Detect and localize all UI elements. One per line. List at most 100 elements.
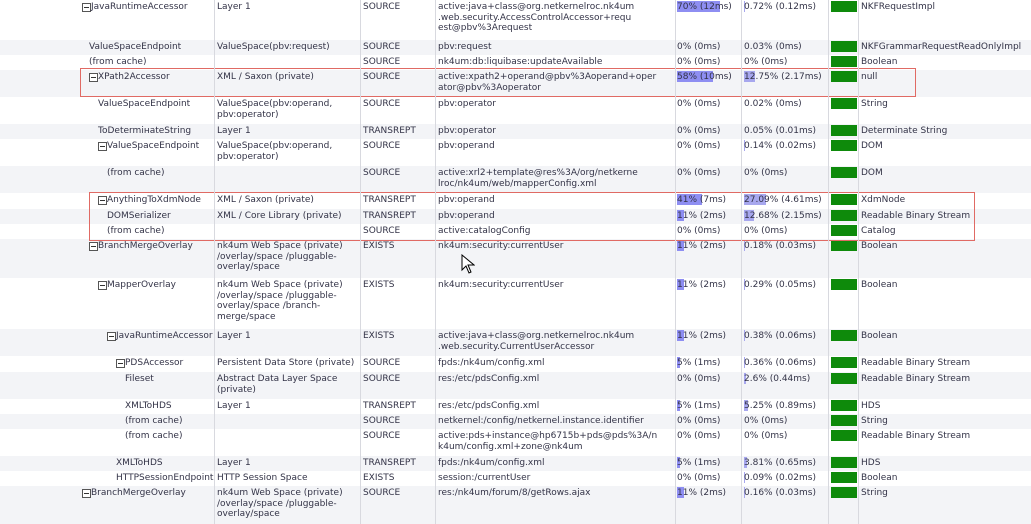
table-row[interactable]: (from cache) SOURCE active:xrl2+template@r…	[0, 166, 1031, 193]
endpoint-name[interactable]: AnythingToXdmNode	[107, 195, 201, 206]
status-swatch	[831, 457, 857, 468]
table-row[interactable]: ToDetermінateString Layer 1 TRANSREPT pbv:o…	[0, 124, 1031, 139]
endpoint-name[interactable]: XMLToHDS	[125, 401, 172, 412]
identifier-cell: pbv:operator	[438, 126, 496, 136]
status-swatch	[831, 225, 857, 236]
table-row[interactable]: AnythingToXdmNode XML / Saxon (private) TR…	[0, 193, 1031, 209]
mouse-cursor-icon	[461, 254, 475, 274]
collapse-toggle-icon[interactable]	[89, 242, 98, 251]
table-row[interactable]: ValueSpaceEndpoint ValueSpace(pbv:operand…	[0, 97, 1031, 124]
endpoint-name[interactable]: ToDetermінateString	[98, 126, 191, 137]
representation-cell: Boolean	[861, 331, 898, 341]
table-row[interactable]: BranchMergeOverlay nk4um Web Space (priva…	[0, 239, 1031, 278]
status-swatch	[831, 71, 857, 82]
collapse-toggle-icon[interactable]	[107, 332, 116, 341]
endpoint-name[interactable]: BranchMergeOverlay	[98, 241, 193, 252]
collapse-toggle-icon[interactable]	[116, 359, 125, 368]
verb-cell: TRANSREPT	[363, 211, 416, 221]
total-time-cell: 0% (0ms)	[677, 431, 739, 442]
identifier-cell: active:pds+instance@hp6715b+pds@pds%3A/n…	[438, 431, 658, 452]
total-time-cell: 0% (0ms)	[677, 141, 739, 152]
table-row[interactable]: PDSAccessor Persistent Data Store (privat…	[0, 356, 1031, 372]
endpoint-name[interactable]: Fileset	[125, 374, 154, 385]
representation-cell: Catalog	[861, 226, 896, 236]
endpoint-name[interactable]: ValueSpaceEndpoint	[107, 141, 199, 152]
status-swatch	[831, 400, 857, 411]
total-time-cell: 5% (1ms)	[677, 357, 739, 369]
status-swatch	[831, 279, 857, 290]
self-time-text: 0.03% (0ms)	[744, 42, 802, 52]
column-divider	[741, 0, 742, 524]
self-time-cell: 0% (0ms)	[744, 57, 826, 68]
representation-cell: Readable Binary Stream	[861, 358, 971, 368]
collapse-toggle-icon[interactable]	[98, 196, 107, 205]
table-row[interactable]: XMLToHDS Layer 1 TRANSREPT fpds:/nk4um/conf…	[0, 456, 1031, 471]
endpoint-name[interactable]: (from cache)	[125, 416, 182, 427]
total-time-text: 70% (12ms)	[677, 2, 732, 12]
total-time-text: 58% (10ms)	[677, 72, 732, 82]
table-row[interactable]: HTTPSessionEndpoint HTTP Session Space EXI…	[0, 471, 1031, 486]
self-time-cell: 0% (0ms)	[744, 431, 826, 442]
identifier-cell: res:/etc/pdsConfig.xml	[438, 401, 540, 411]
endpoint-name[interactable]: XPath2Accessor	[98, 72, 170, 83]
status-swatch	[831, 240, 857, 251]
space-cell: Persistent Data Store (private)	[217, 358, 355, 368]
endpoint-name[interactable]: XMLToHDS	[116, 458, 163, 469]
status-swatch	[831, 415, 857, 426]
verb-cell: TRANSREPT	[363, 126, 416, 136]
table-row[interactable]: (from cache) SOURCE active:pds+instance@hp…	[0, 429, 1031, 456]
endpoint-name[interactable]: (from cache)	[107, 168, 164, 179]
table-row[interactable]: DOMSerializer XML / Core Library (private…	[0, 209, 1031, 224]
identifier-cell: pbv:request	[438, 42, 492, 52]
endpoint-name[interactable]: (from cache)	[125, 431, 182, 442]
table-row[interactable]: JavaRuntimeAccessor Layer 1 SOURCE active:j…	[0, 0, 1031, 40]
table-row[interactable]: Fileset Abstract Data Layer Space (privat…	[0, 372, 1031, 399]
table-row[interactable]: ValueSpaceEndpoint ValueSpace(pbv:operand…	[0, 139, 1031, 166]
endpoint-name[interactable]: JavaRuntimeAccessor	[91, 2, 188, 13]
table-row[interactable]: (from cache) SOURCE active:catalogConfig 0%…	[0, 224, 1031, 239]
total-time-cell: 5% (1ms)	[677, 457, 739, 469]
self-time-text: 12.75% (2.17ms)	[744, 72, 822, 82]
collapse-toggle-icon[interactable]	[82, 489, 91, 498]
table-row[interactable]: (from cache) SOURCE nk4um:db:liquibase:upd…	[0, 55, 1031, 70]
identifier-cell: active:java+class@org.netkernelroc.nk4um…	[438, 331, 635, 352]
space-cell: nk4um Web Space (private) /overlay/space…	[217, 488, 343, 519]
self-time-text: 0.36% (0.06ms)	[744, 358, 816, 368]
table-row[interactable]: MapperOverlay nk4um Web Space (private) /…	[0, 278, 1031, 329]
table-row[interactable]: (from cache) SOURCE netkernel:/config/netk…	[0, 414, 1031, 429]
collapse-toggle-icon[interactable]	[98, 142, 107, 151]
table-row[interactable]: XMLToHDS Layer 1 TRANSREPT res:/etc/pdsConf…	[0, 399, 1031, 414]
total-time-cell: 0% (0ms)	[677, 374, 739, 385]
table-row[interactable]: JavaRuntimeAccessor Layer 1 EXISTS active:j…	[0, 329, 1031, 356]
collapse-toggle-icon[interactable]	[98, 281, 107, 290]
endpoint-name[interactable]: (from cache)	[107, 226, 164, 237]
table-row[interactable]: ValueSpaceEndpoint ValueSpace(pbv:request…	[0, 40, 1031, 55]
self-time-cell: 0.02% (0ms)	[744, 99, 826, 110]
endpoint-name[interactable]: JavaRuntimeAccessor	[116, 331, 213, 342]
table-row[interactable]: XPath2Accessor XML / Saxon (private) SOURC…	[0, 70, 1031, 97]
representation-cell: DOM	[861, 141, 883, 151]
endpoint-name[interactable]: MapperOverlay	[107, 280, 176, 291]
endpoint-name[interactable]: HTTPSessionEndpoint	[116, 473, 213, 484]
self-time-cell: 27.09% (4.61ms)	[744, 194, 826, 206]
column-divider	[858, 0, 859, 524]
space-cell: Abstract Data Layer Space (private)	[217, 374, 338, 395]
status-swatch	[831, 194, 857, 205]
self-time-text: 0.05% (0.01ms)	[744, 126, 816, 136]
representation-cell: Determinate String	[861, 126, 948, 136]
table-row[interactable]: BranchMergeOverlay nk4um Web Space (priva…	[0, 486, 1031, 524]
representation-cell: HDS	[861, 458, 881, 468]
endpoint-name[interactable]: DOMSerializer	[107, 211, 171, 222]
endpoint-name[interactable]: BranchMergeOverlay	[91, 488, 186, 499]
collapse-toggle-icon[interactable]	[89, 73, 98, 82]
endpoint-name[interactable]: PDSAccessor	[125, 358, 183, 369]
endpoint-name[interactable]: (from cache)	[89, 57, 146, 68]
total-time-text: 0% (0ms)	[677, 42, 721, 52]
endpoint-name[interactable]: ValueSpaceEndpoint	[89, 42, 181, 53]
identifier-cell: nk4um:security:currentUser	[438, 241, 564, 251]
endpoint-name[interactable]: ValueSpaceEndpoint	[98, 99, 190, 110]
total-time-text: 0% (0ms)	[677, 126, 721, 136]
space-cell: XML / Saxon (private)	[217, 72, 314, 82]
collapse-toggle-icon[interactable]	[82, 3, 91, 12]
status-swatch	[831, 167, 857, 178]
